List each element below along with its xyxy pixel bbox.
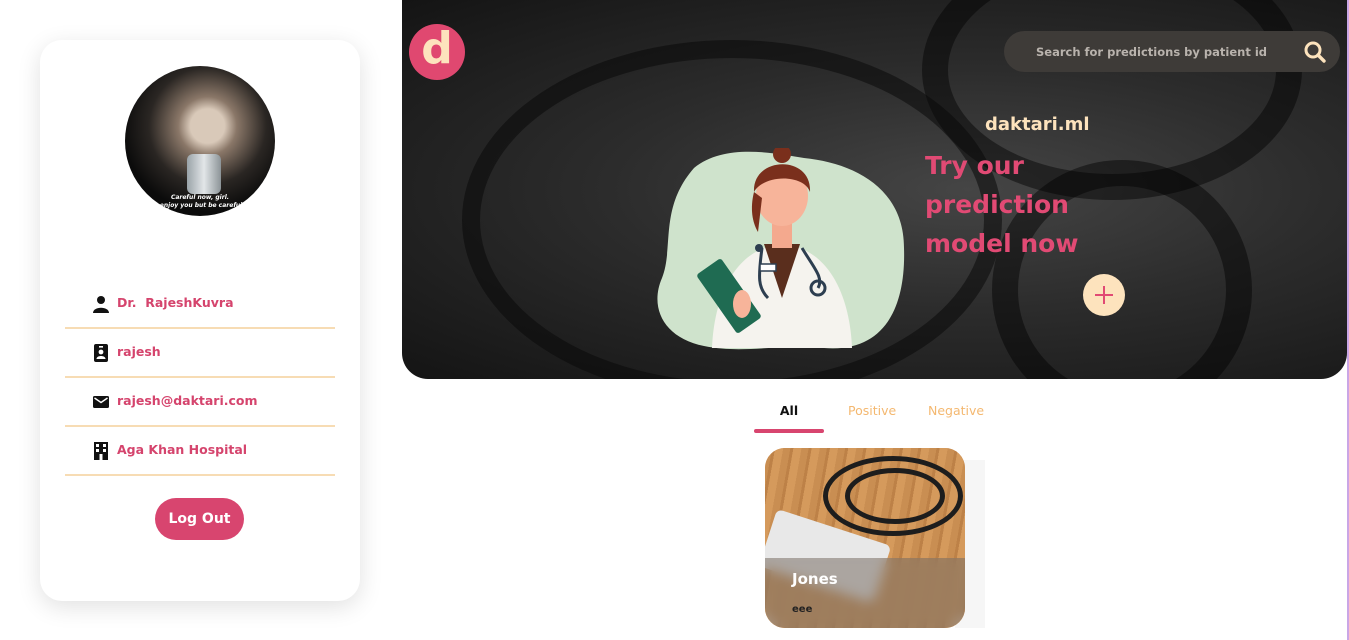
plus-icon <box>1095 286 1113 304</box>
logout-button[interactable]: Log Out <box>155 498 244 540</box>
mail-icon <box>93 396 109 408</box>
person-icon <box>93 296 109 313</box>
profile-username-row: rajesh <box>65 329 335 378</box>
app-logo[interactable]: d <box>409 24 465 80</box>
search-input[interactable] <box>1036 31 1296 72</box>
avatar-caption-1: Careful now, girl. <box>170 194 230 201</box>
profile-username: rajesh <box>117 344 161 359</box>
search-bar <box>1004 31 1340 72</box>
hero-tagline: Try our prediction model now <box>925 151 1079 258</box>
building-icon <box>94 442 108 460</box>
card-overlay <box>765 558 965 628</box>
profile-hospital-row: Aga Khan Hospital <box>65 427 335 476</box>
name-value: RajeshKuvra <box>145 295 234 310</box>
page: Careful now, girl. I enjoy you but be ca… <box>0 0 1349 640</box>
profile-hospital: Aga Khan Hospital <box>117 442 248 457</box>
profile-email-row: rajesh@daktari.com <box>65 378 335 427</box>
brand-name: daktari.ml <box>985 114 1090 135</box>
prediction-subtitle: eee <box>792 604 813 615</box>
tab-negative[interactable]: Negative <box>928 397 984 431</box>
search-icon[interactable] <box>1304 41 1326 63</box>
prediction-patient-name: Jones <box>792 570 838 588</box>
avatar-caption-2: I enjoy you but be careful. <box>155 202 245 209</box>
card-image-cable-2 <box>845 468 945 524</box>
filter-tabs: All Positive Negative <box>754 397 1054 437</box>
name-prefix: Dr. <box>117 295 137 310</box>
avatar-mug <box>187 154 221 194</box>
id-badge-icon <box>94 344 108 362</box>
profile-email: rajesh@daktari.com <box>117 393 258 408</box>
tab-positive[interactable]: Positive <box>848 397 896 431</box>
logo-letter: d <box>421 23 453 74</box>
add-prediction-button[interactable] <box>1083 274 1125 316</box>
profile-name-row: Dr. RajeshKuvra <box>65 280 335 329</box>
tab-all[interactable]: All <box>754 397 824 433</box>
avatar: Careful now, girl. I enjoy you but be ca… <box>125 66 275 216</box>
profile-card: Careful now, girl. I enjoy you but be ca… <box>40 40 360 601</box>
doctor-illustration <box>657 148 905 350</box>
hero-banner: d daktari.ml Tr <box>402 0 1347 379</box>
prediction-card[interactable]: Jones eee <box>765 448 965 628</box>
profile-name: Dr. RajeshKuvra <box>117 295 234 310</box>
